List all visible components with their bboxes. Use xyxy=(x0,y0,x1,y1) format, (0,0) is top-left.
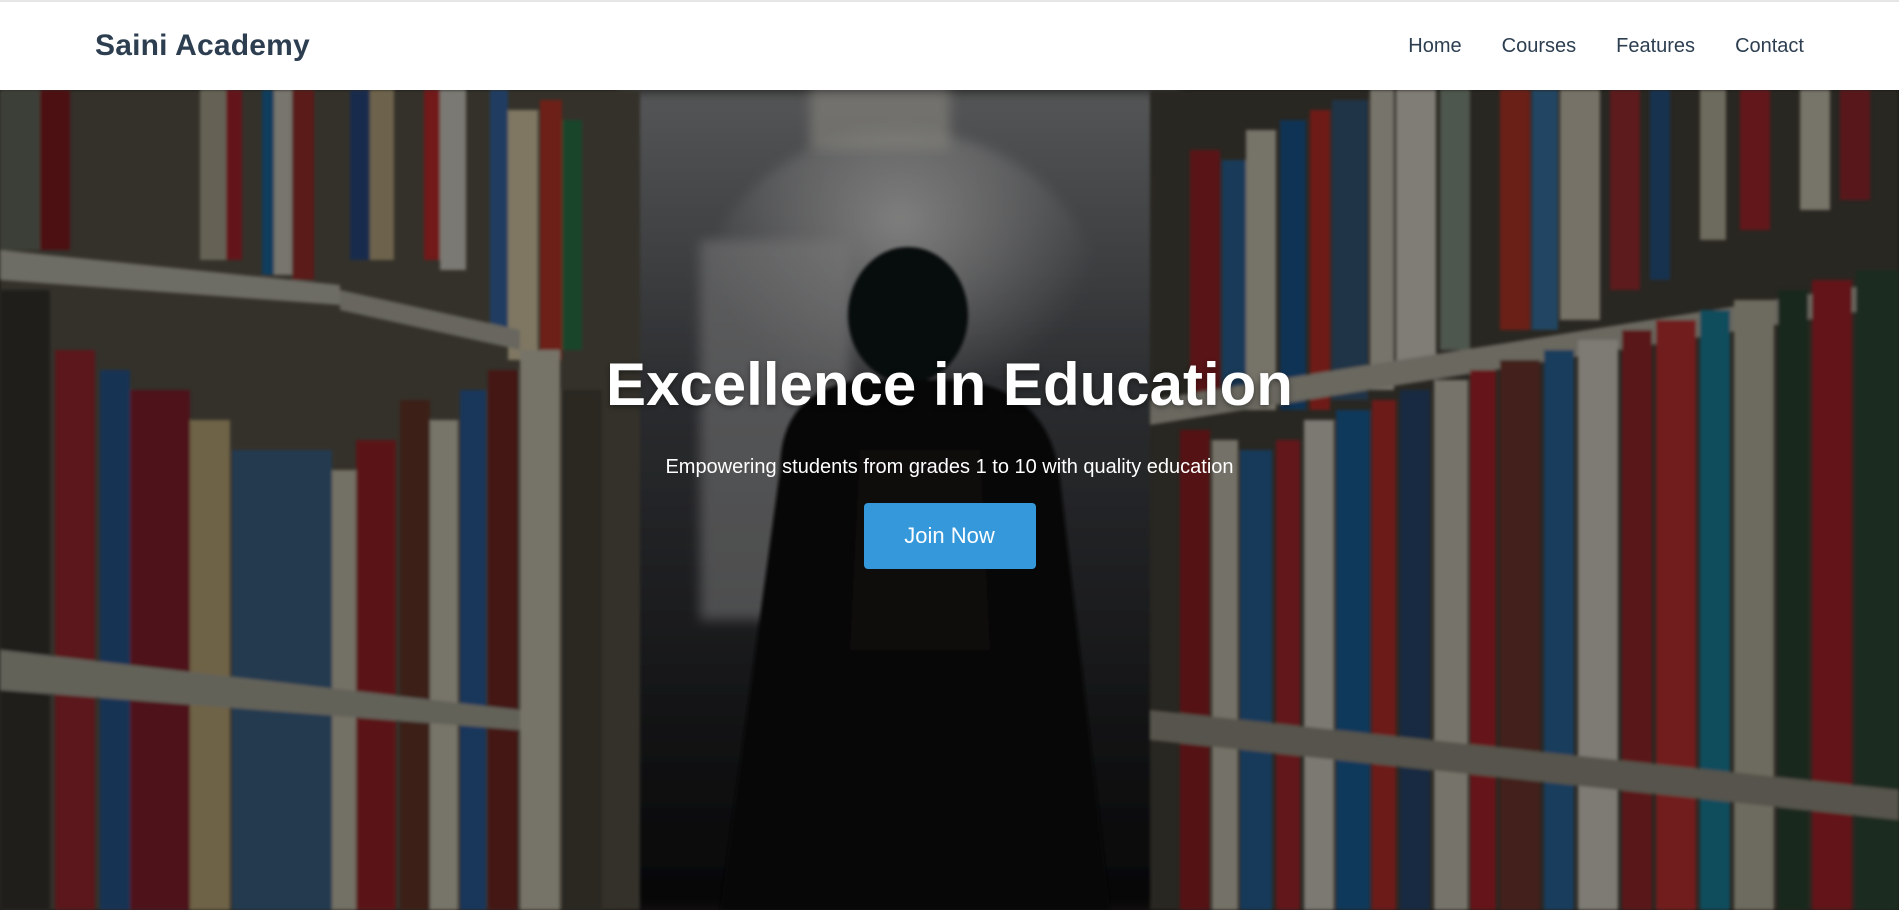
nav-link-features[interactable]: Features xyxy=(1616,35,1695,58)
hero-title: Excellence in Education xyxy=(606,351,1293,418)
site-header: Saini Academy Home Courses Features Cont… xyxy=(0,0,1899,90)
hero-section: Excellence in Education Empowering stude… xyxy=(0,90,1899,910)
brand-logo[interactable]: Saini Academy xyxy=(95,29,310,63)
nav-link-contact[interactable]: Contact xyxy=(1735,35,1804,58)
nav-link-courses[interactable]: Courses xyxy=(1502,35,1576,58)
main-nav: Home Courses Features Contact xyxy=(1408,35,1804,58)
nav-link-home[interactable]: Home xyxy=(1408,35,1461,58)
join-now-button[interactable]: Join Now xyxy=(863,503,1036,569)
hero-content: Excellence in Education Empowering stude… xyxy=(0,352,1899,569)
hero-subtitle: Empowering students from grades 1 to 10 … xyxy=(665,456,1234,478)
